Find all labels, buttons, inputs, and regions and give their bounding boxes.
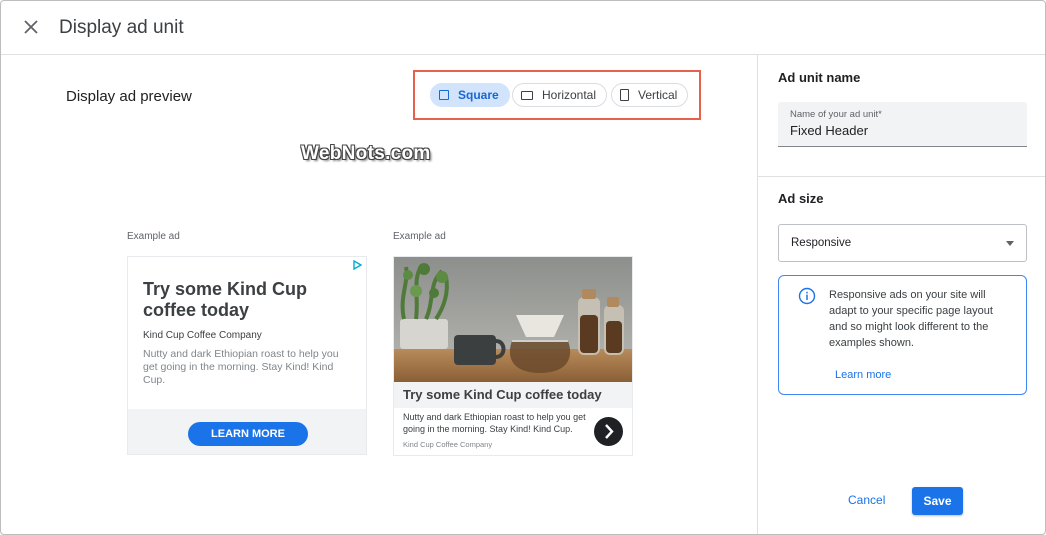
coffee-photo: [394, 257, 632, 382]
example-ad-label-1: Example ad: [127, 231, 180, 242]
ad-unit-name-input[interactable]: [790, 123, 1010, 138]
learn-more-link[interactable]: Learn more: [835, 369, 891, 381]
ad-description: Nutty and dark Ethiopian roast to help y…: [403, 412, 586, 434]
tab-horizontal-label: Horizontal: [542, 88, 597, 102]
example-ad-text: Try some Kind Cup coffee today Kind Cup …: [127, 256, 367, 455]
ad-size-heading: Ad size: [778, 191, 824, 206]
close-icon: [24, 20, 38, 34]
tab-vertical-label: Vertical: [638, 88, 678, 102]
ad-description: Nutty and dark Ethiopian roast to help y…: [143, 348, 339, 386]
chevron-right-icon: [605, 424, 614, 439]
ad-headline: Try some Kind Cup coffee today: [403, 387, 602, 402]
ad-next-button[interactable]: [594, 417, 623, 446]
ad-headline: Try some Kind Cup coffee today: [143, 279, 308, 320]
divider: [758, 176, 1045, 177]
tab-square[interactable]: Square: [430, 83, 510, 107]
preview-panel: Display ad preview Square Horizontal Ver…: [1, 55, 757, 534]
adchoices-icon: [353, 260, 362, 270]
vertical-rect-icon: [620, 89, 629, 101]
info-message: Responsive ads on your site will adapt t…: [829, 289, 993, 349]
ad-unit-name-label: Name of your ad unit*: [790, 109, 882, 120]
tab-square-label: Square: [458, 88, 499, 102]
cancel-button[interactable]: Cancel: [848, 493, 885, 507]
horizontal-rect-icon: [521, 90, 533, 100]
ad-company: Kind Cup Coffee Company: [403, 440, 493, 449]
ad-unit-name-heading: Ad unit name: [778, 70, 861, 85]
dialog-title: Display ad unit: [59, 17, 184, 38]
ad-size-select[interactable]: Responsive: [778, 224, 1027, 262]
info-icon: [798, 287, 816, 305]
dialog-header: Display ad unit: [1, 1, 1045, 55]
ad-unit-name-field[interactable]: Name of your ad unit*: [778, 102, 1027, 147]
ad-size-value: Responsive: [791, 237, 852, 249]
settings-panel: Ad unit name Name of your ad unit* Ad si…: [757, 55, 1045, 534]
save-button[interactable]: Save: [912, 487, 963, 515]
learn-more-ad-button[interactable]: LEARN MORE: [188, 422, 308, 446]
preview-title: Display ad preview: [66, 88, 192, 105]
tab-vertical[interactable]: Vertical: [611, 83, 689, 107]
example-ad-label-2: Example ad: [393, 231, 446, 242]
close-button[interactable]: [19, 15, 43, 39]
watermark: WebNots.com: [301, 143, 431, 164]
tab-horizontal[interactable]: Horizontal: [512, 83, 608, 107]
ad-company: Kind Cup Coffee Company: [143, 330, 262, 341]
dialog: Display ad unit Display ad preview Squar…: [0, 0, 1046, 535]
responsive-info-box: Responsive ads on your site will adapt t…: [778, 275, 1027, 395]
square-icon: [439, 90, 449, 100]
dropdown-arrow-icon: [1006, 241, 1014, 246]
example-ad-image: Try some Kind Cup coffee today Nutty and…: [393, 256, 633, 456]
